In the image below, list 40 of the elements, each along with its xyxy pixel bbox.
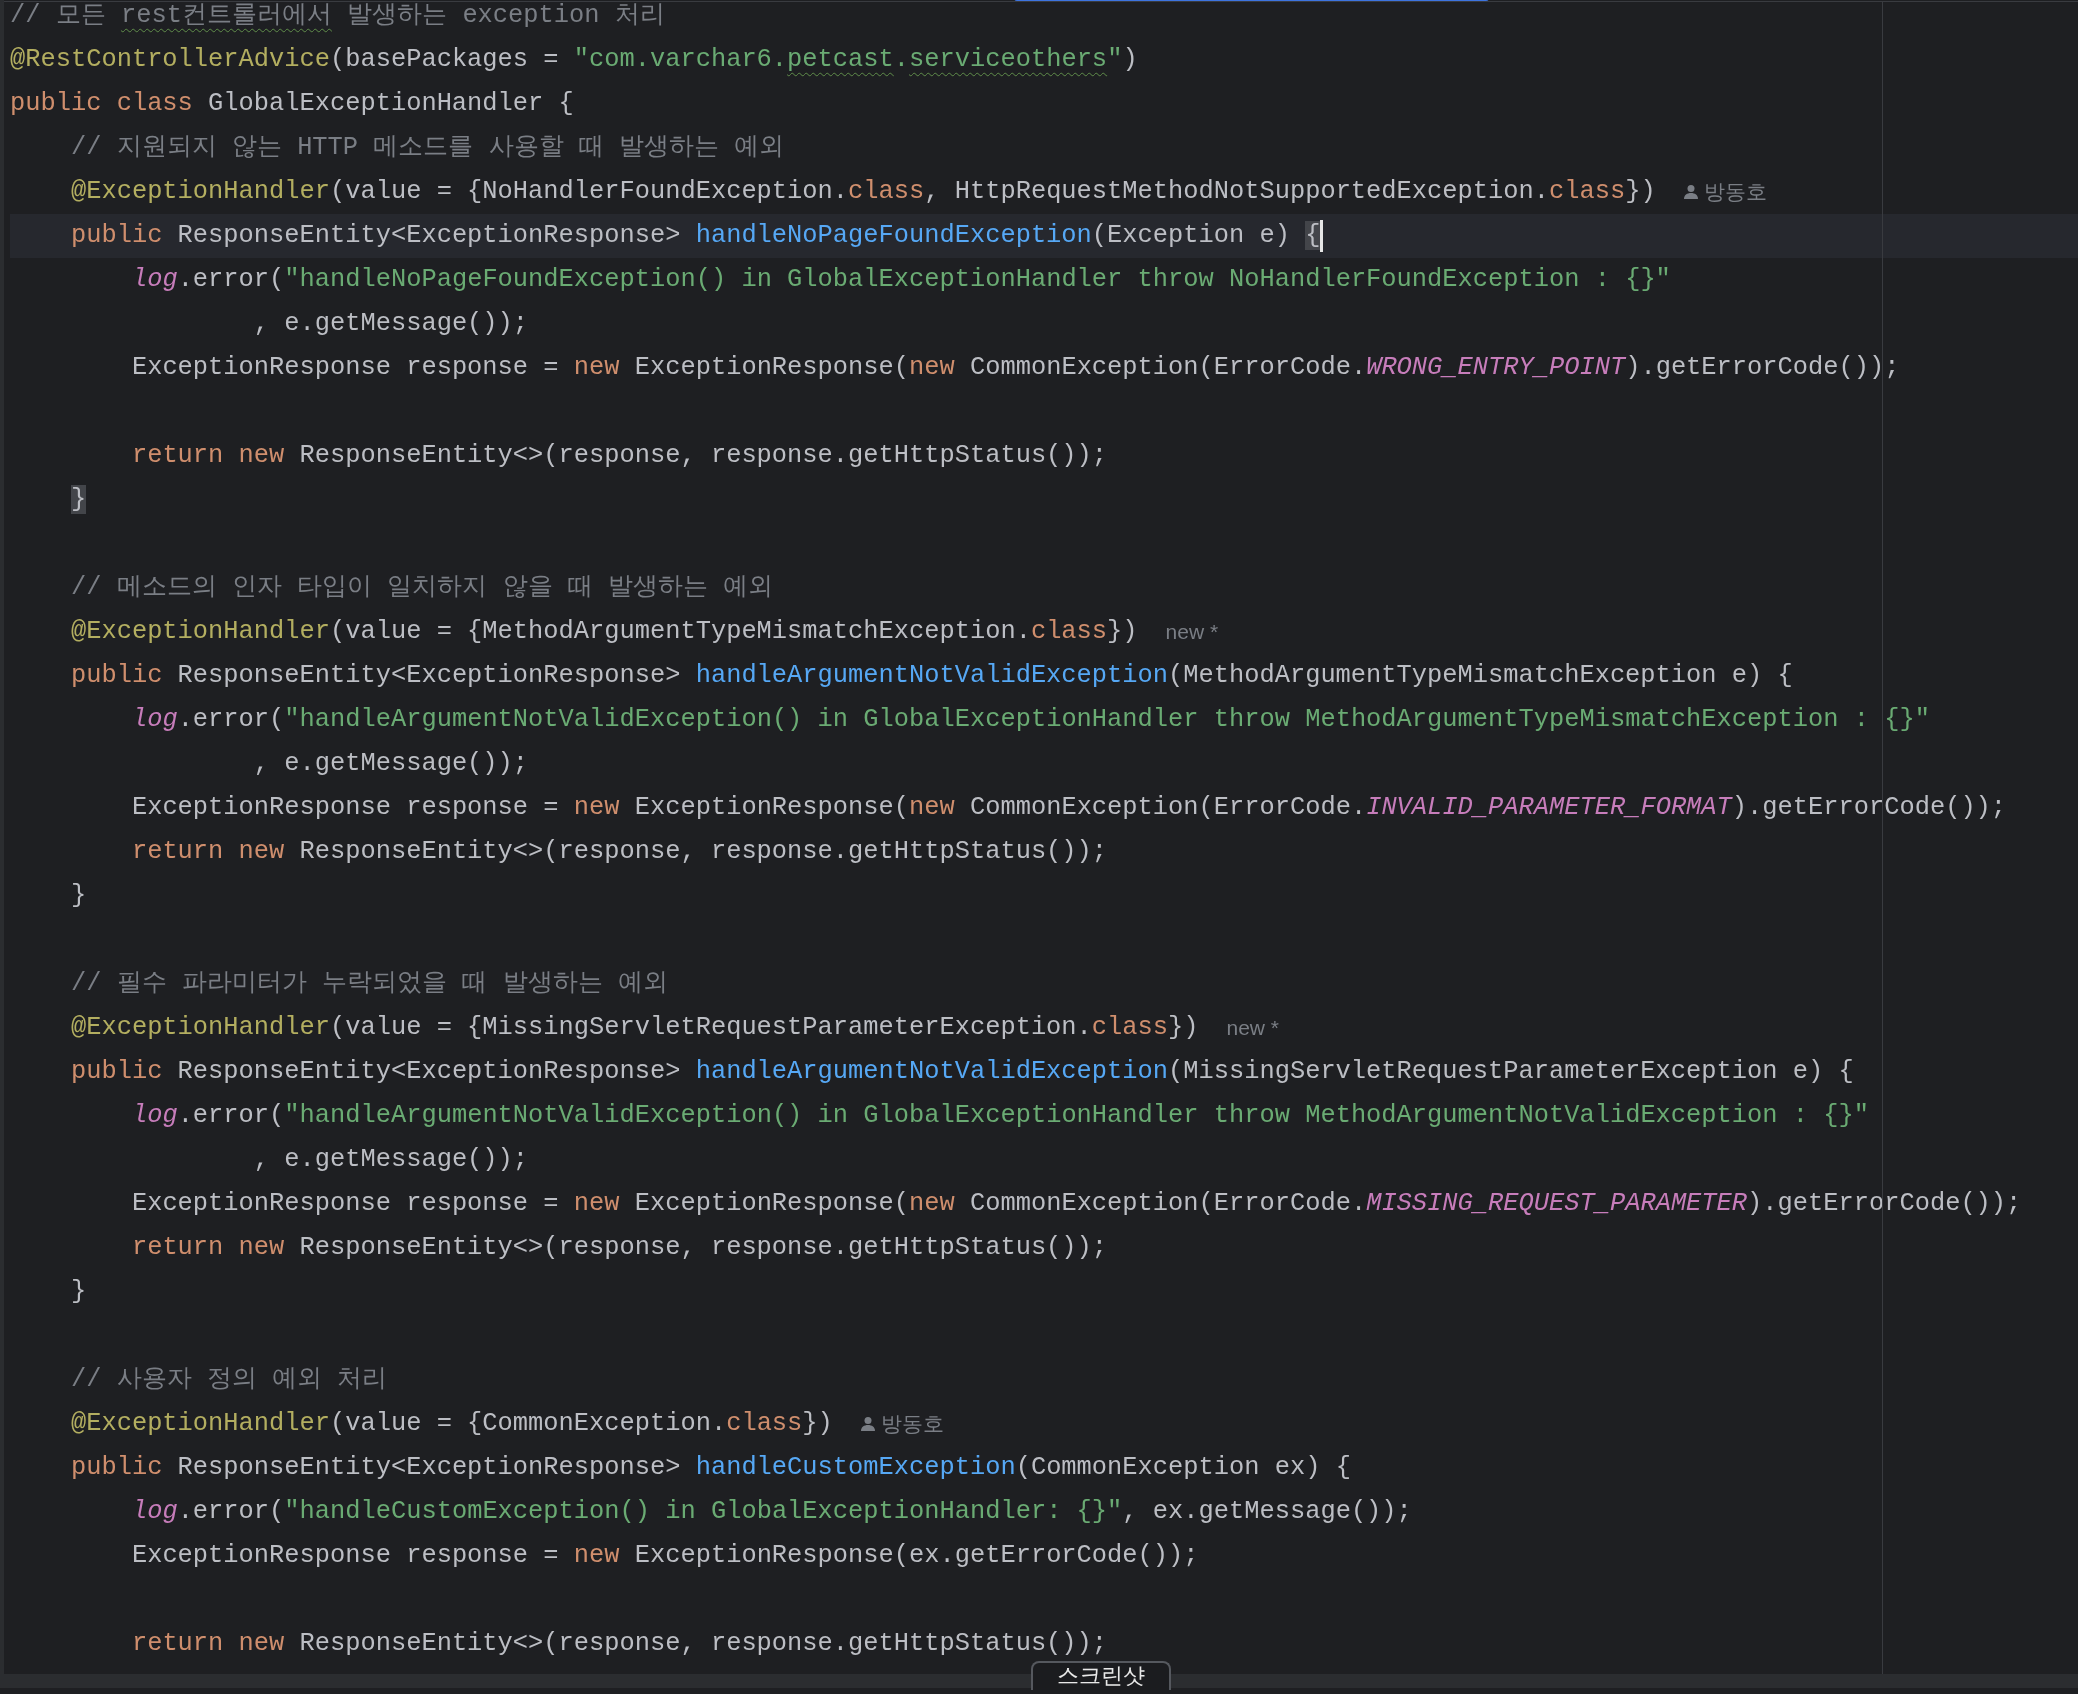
code-line: public ResponseEntity<ExceptionResponse> handleArgumentNotValidException(MethodArgumentTypeMismatchException e) { (70, 660, 1793, 692)
code-line: // 필수 파라미터가 누락되었을 때 발생하는 예외 (70, 968, 668, 1000)
code-line: public ResponseEntity<ExceptionResponse> handleCustomException(CommonException ex) { (70, 1452, 1351, 1484)
code-line: public ResponseEntity<ExceptionResponse> handleNoPageFoundException(Exception e) { (70, 220, 1321, 252)
code-line: log.error("handleCustomException() in GlobalExceptionHandler: {}", ex.getMessage()); (131, 1496, 1412, 1528)
code-line: public class GlobalExceptionHandler { (10, 88, 574, 120)
code-line: log.error("handleArgumentNotValidException() in GlobalExceptionHandler throw MethodArgumentTypeMismatchException : {}" (131, 704, 1930, 736)
code-line: ExceptionResponse response = new ExceptionResponse(ex.getErrorCode()); (131, 1540, 1199, 1572)
code-line: @RestControllerAdvice(basePackages = "com.varchar6.petcast.serviceothers") (10, 44, 1138, 76)
tooltip: 스크린샷 (1031, 1661, 1171, 1690)
text-cursor (1320, 220, 1324, 252)
code-line: log.error("handleArgumentNotValidException() in GlobalExceptionHandler throw MethodArgumentNotValidException : {}" (131, 1100, 1869, 1132)
code-line: @ExceptionHandler(value = {CommonException.class}) (70, 1408, 833, 1440)
code-line: ExceptionResponse response = new ExceptionResponse(new CommonException(ErrorCode.WRONG_ENTRY_POINT).getErrorCode()); (131, 352, 1900, 384)
person-icon (860, 1416, 875, 1432)
code-line: return new ResponseEntity<>(response, response.getHttpStatus()); (131, 440, 1108, 472)
code-line: return new ResponseEntity<>(response, response.getHttpStatus()); (131, 1628, 1108, 1660)
code-line: public ResponseEntity<ExceptionResponse> handleArgumentNotValidException(MissingServletRequestParameterException e) { (70, 1056, 1854, 1088)
code-line: } (70, 880, 87, 912)
code-line: ExceptionResponse response = new ExceptionResponse(new CommonException(ErrorCode.MISSING_REQUEST_PARAMETER).getErrorCode()); (131, 1188, 2022, 1220)
change-hint[interactable]: new * (1226, 1006, 1280, 1050)
code-line: return new ResponseEntity<>(response, response.getHttpStatus()); (131, 836, 1108, 868)
code-line: , e.getMessage()); (253, 1144, 529, 1176)
code-line: @ExceptionHandler(value = {MissingServletRequestParameterException.class}) (70, 1012, 1199, 1044)
author-hint[interactable]: 방동호 (880, 1402, 944, 1446)
code-line: , e.getMessage()); (253, 308, 529, 340)
person-icon (1683, 184, 1698, 200)
code-line: ExceptionResponse response = new ExceptionResponse(new CommonException(ErrorCode.INVALID_PARAMETER_FORMAT).getErrorCode()); (131, 792, 2007, 824)
code-line: // 사용자 정의 예외 처리 (70, 1364, 388, 1396)
code-line: // 지원되지 않는 HTTP 메소드를 사용할 때 발생하는 예외 (70, 132, 785, 164)
code-line: // 메소드의 인자 타입이 일치하지 않을 때 발생하는 예외 (70, 572, 774, 604)
code-line: @ExceptionHandler(value = {MethodArgumentTypeMismatchException.class}) (70, 616, 1138, 648)
author-hint[interactable]: 방동호 (1703, 170, 1767, 214)
code-line: } (70, 1276, 87, 1308)
code-line: log.error("handleNoPageFoundException() in GlobalExceptionHandler throw NoHandlerFoundException : {}" (131, 264, 1671, 296)
code-line: @ExceptionHandler(value = {NoHandlerFoundException.class, HttpRequestMethodNotSupportedException.class}) (70, 176, 1656, 208)
code-line: // 모든 rest컨트롤러에서 발생하는 exception 처리 (10, 0, 665, 32)
change-hint[interactable]: new * (1165, 610, 1219, 654)
code-line: return new ResponseEntity<>(response, response.getHttpStatus()); (131, 1232, 1108, 1264)
code-line: , e.getMessage()); (253, 748, 529, 780)
